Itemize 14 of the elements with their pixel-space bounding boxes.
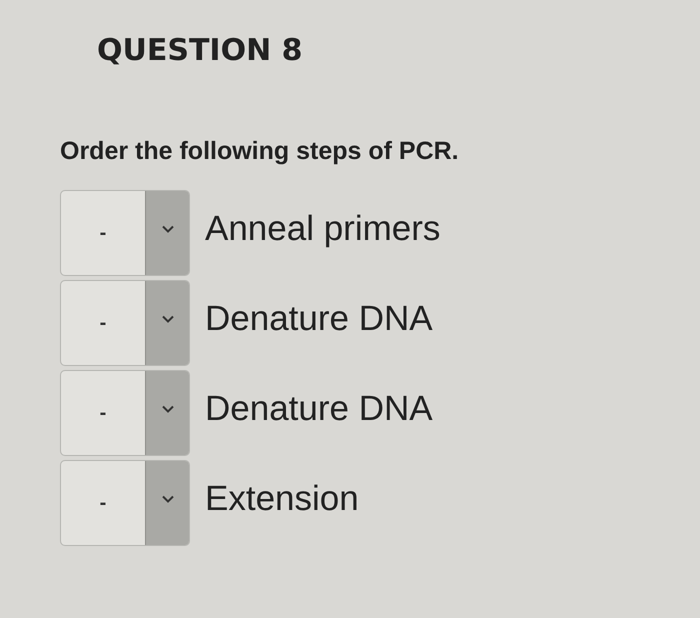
question-title: QUESTION 8: [97, 33, 303, 69]
order-dropdown[interactable]: -: [60, 280, 190, 366]
step-label: Anneal primers: [205, 209, 440, 249]
chevron-down-icon: [162, 405, 174, 413]
order-dropdown[interactable]: -: [60, 190, 190, 276]
chevron-down-icon: [162, 315, 174, 323]
chevron-down-icon: [162, 495, 174, 503]
question-prompt: Order the following steps of PCR.: [60, 136, 459, 166]
step-label: Denature DNA: [205, 389, 433, 429]
order-dropdown[interactable]: -: [60, 370, 190, 456]
step-label: Denature DNA: [205, 299, 433, 339]
chevron-down-icon: [162, 225, 174, 233]
step-label: Extension: [205, 479, 359, 519]
order-dropdown[interactable]: -: [60, 460, 190, 546]
